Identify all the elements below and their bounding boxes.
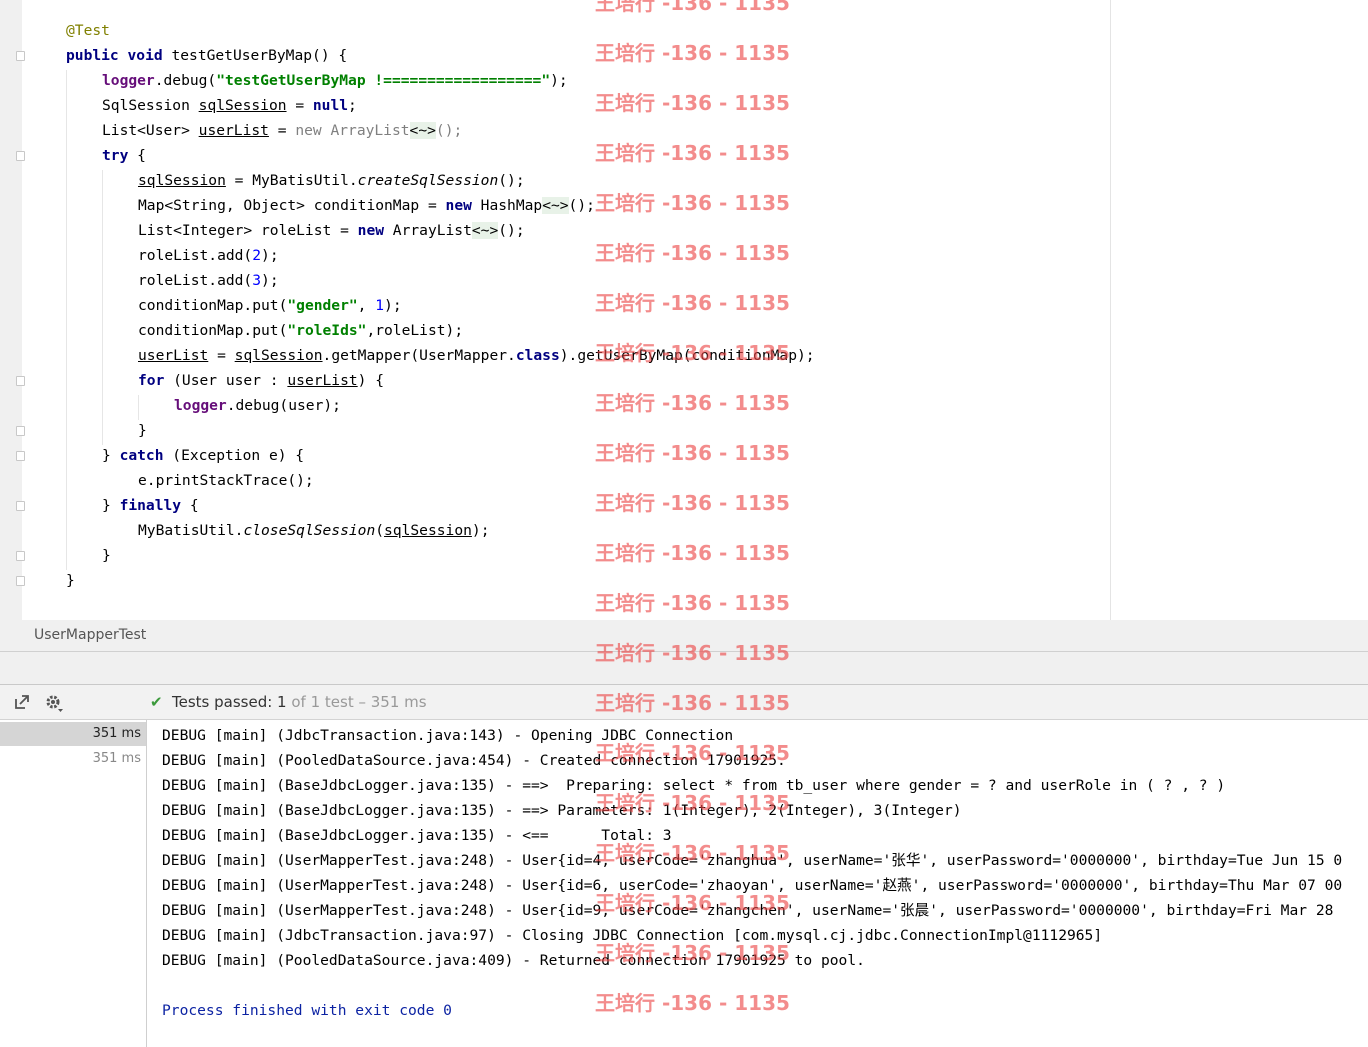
- code-line[interactable]: MyBatisUtil.closeSqlSession(sqlSession);: [138, 518, 489, 543]
- code-line[interactable]: roleList.add(2);: [138, 243, 279, 268]
- tree-row-root[interactable]: 351 ms: [0, 722, 146, 746]
- console-output[interactable]: DEBUG [main] (JdbcTransaction.java:143) …: [148, 720, 1368, 1047]
- code-line[interactable]: Map<String, Object> conditionMap = new H…: [138, 193, 595, 218]
- tree-row-test[interactable]: 351 ms: [0, 747, 146, 771]
- console-line: DEBUG [main] (UserMapperTest.java:248) -…: [162, 902, 1334, 919]
- code-line[interactable]: }: [138, 418, 147, 443]
- code-line[interactable]: List<User> userList = new ArrayList<~>()…: [102, 118, 462, 143]
- test-status: Tests passed: 1 of 1 test – 351 ms: [172, 693, 427, 711]
- code-line[interactable]: }: [66, 568, 75, 593]
- code-line[interactable]: for (User user : userList) {: [138, 368, 384, 393]
- right-margin-guide: [1110, 0, 1111, 620]
- run-toolbar: ✔ Tests passed: 1 of 1 test – 351 ms: [0, 685, 1368, 720]
- code-line[interactable]: conditionMap.put("gender", 1);: [138, 293, 402, 318]
- code-line[interactable]: List<Integer> roleList = new ArrayList<~…: [138, 218, 525, 243]
- code-editor[interactable]: @Test public void testGetUserByMap() {log…: [0, 0, 1368, 620]
- code-line[interactable]: logger.debug("testGetUserByMap !========…: [102, 68, 568, 93]
- console-line: DEBUG [main] (UserMapperTest.java:248) -…: [162, 852, 1343, 869]
- code-line[interactable]: } finally {: [102, 493, 199, 518]
- code-line[interactable]: e.printStackTrace();: [138, 468, 314, 493]
- fold-marker-icon[interactable]: [16, 51, 25, 61]
- test-results-tree: 351 ms 351 ms: [0, 720, 147, 1047]
- console-line: DEBUG [main] (BaseJdbcLogger.java:135) -…: [162, 777, 1226, 794]
- tab-usermappertest[interactable]: UserMapperTest: [34, 627, 146, 643]
- fold-marker-icon[interactable]: [16, 551, 25, 561]
- indent-guide: [102, 170, 103, 445]
- code-line[interactable]: public void testGetUserByMap() {: [66, 43, 347, 68]
- gear-icon[interactable]: [44, 693, 64, 713]
- console-line: DEBUG [main] (BaseJdbcLogger.java:135) -…: [162, 827, 672, 844]
- fold-marker-icon[interactable]: [16, 501, 25, 511]
- indent-guide: [66, 70, 67, 570]
- fold-marker-icon[interactable]: [16, 151, 25, 161]
- console-line: DEBUG [main] (UserMapperTest.java:248) -…: [162, 877, 1343, 894]
- code-line[interactable]: sqlSession = MyBatisUtil.createSqlSessio…: [138, 168, 525, 193]
- code-line[interactable]: logger.debug(user);: [174, 393, 341, 418]
- code-line[interactable]: try {: [102, 143, 146, 168]
- fold-marker-icon[interactable]: [16, 451, 25, 461]
- code-line[interactable]: @Test: [66, 18, 110, 43]
- tests-passed-check-icon: ✔: [150, 693, 163, 711]
- code-line[interactable]: userList = sqlSession.getMapper(UserMapp…: [138, 343, 815, 368]
- console-line: DEBUG [main] (PooledDataSource.java:454)…: [162, 752, 786, 769]
- fold-marker-icon[interactable]: [16, 426, 25, 436]
- console-line: DEBUG [main] (JdbcTransaction.java:143) …: [162, 727, 734, 744]
- console-line: DEBUG [main] (PooledDataSource.java:409)…: [162, 952, 865, 969]
- editor-tab-bar: UserMapperTest: [0, 620, 1368, 652]
- code-line[interactable]: }: [102, 543, 111, 568]
- code-line[interactable]: SqlSession sqlSession = null;: [102, 93, 357, 118]
- code-line[interactable]: } catch (Exception e) {: [102, 443, 304, 468]
- run-panel-header: [0, 652, 1368, 685]
- editor-gutter: [0, 0, 22, 620]
- fold-marker-icon[interactable]: [16, 376, 25, 386]
- console-line: DEBUG [main] (BaseJdbcLogger.java:135) -…: [162, 802, 962, 819]
- code-line[interactable]: roleList.add(3);: [138, 268, 279, 293]
- code-line[interactable]: conditionMap.put("roleIds",roleList);: [138, 318, 463, 343]
- export-icon[interactable]: [12, 693, 32, 713]
- indent-guide: [138, 395, 139, 420]
- fold-marker-icon[interactable]: [16, 576, 25, 586]
- console-line: DEBUG [main] (JdbcTransaction.java:97) -…: [162, 927, 1103, 944]
- console-line: Process finished with exit code 0: [162, 1002, 452, 1019]
